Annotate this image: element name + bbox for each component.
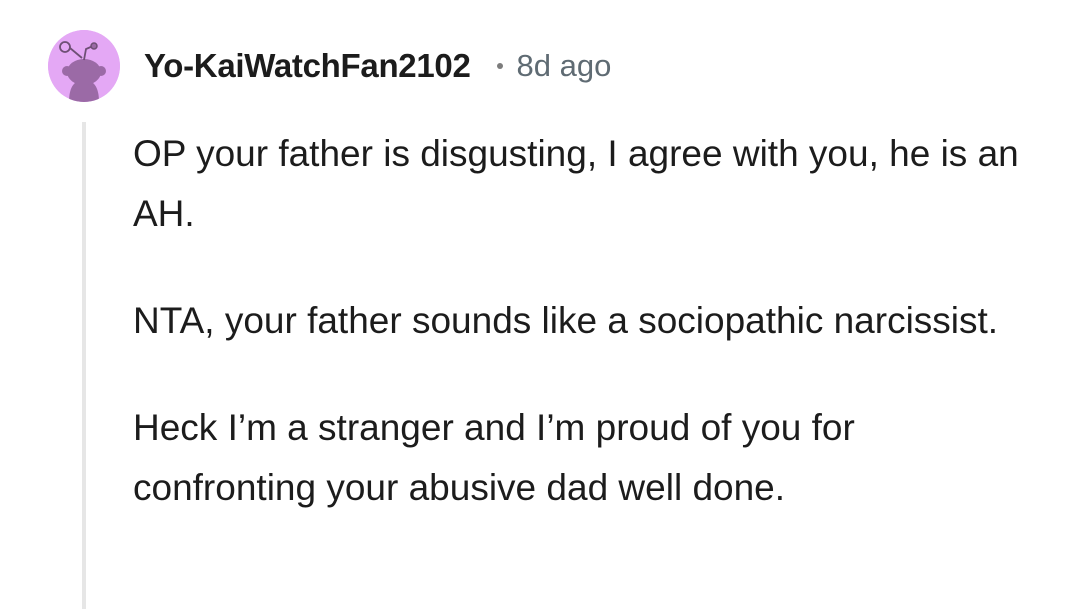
comment-meta: Yo-KaiWatchFan2102 8d ago bbox=[144, 44, 611, 88]
timestamp: 8d ago bbox=[516, 48, 612, 83]
snoo-avatar-icon bbox=[48, 30, 120, 102]
avatar[interactable] bbox=[48, 30, 120, 102]
dot-icon bbox=[496, 63, 503, 69]
comment-paragraph: NTA, your father sounds like a sociopath… bbox=[133, 300, 999, 341]
username-link[interactable]: Yo-KaiWatchFan2102 bbox=[144, 47, 471, 85]
comment-body: OP your father is disgusting, I agree wi… bbox=[133, 124, 1033, 565]
comment-paragraph: Heck I’m a stranger and I’m proud of you… bbox=[133, 407, 855, 508]
comment-paragraph: OP your father is disgusting, I agree wi… bbox=[133, 133, 1019, 234]
comment: Yo-KaiWatchFan2102 8d ago OP your father… bbox=[0, 0, 1080, 609]
thread-collapse-line[interactable] bbox=[82, 122, 86, 609]
